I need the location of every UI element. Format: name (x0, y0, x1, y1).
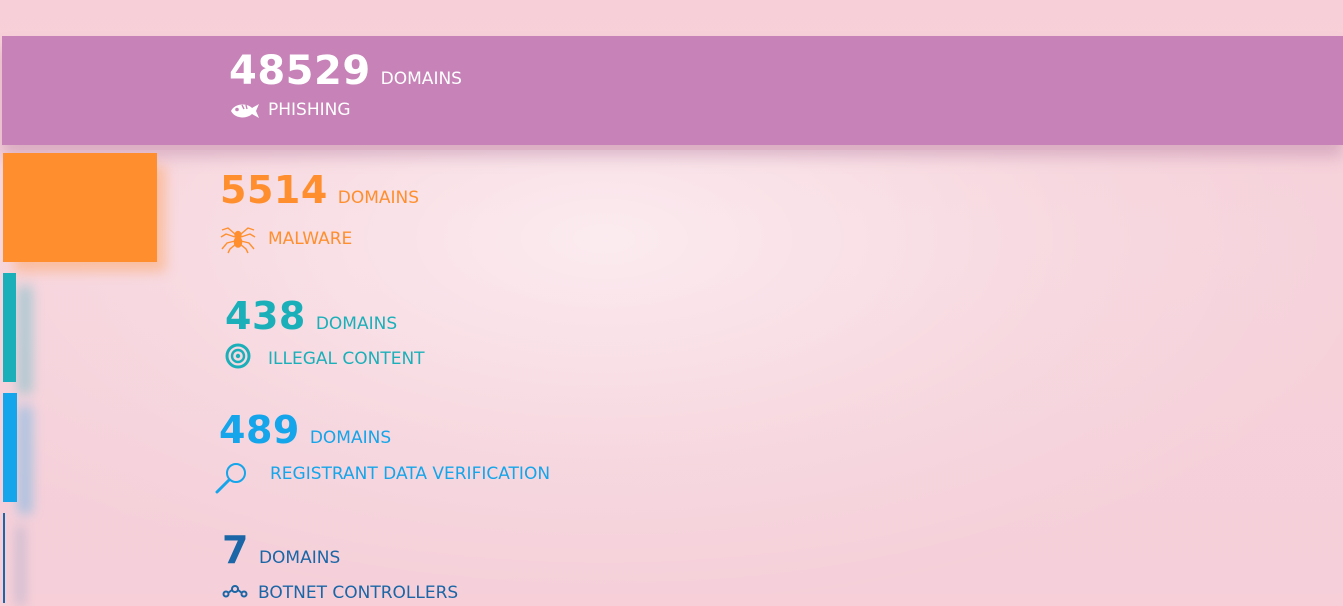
registrant-count: 489 (219, 408, 300, 452)
illegal-content-unit: DOMAINS (315, 314, 398, 334)
botnet-label: BOTNET CONTROLLERS (258, 583, 459, 603)
malware-count: 5514 (220, 168, 328, 212)
spider-icon (220, 222, 256, 258)
botnet-stat[interactable]: 7 DOMAINS (222, 528, 340, 572)
illegal-content-label: ILLEGAL CONTENT (268, 349, 425, 369)
malware-stat[interactable]: 5514 DOMAINS (220, 168, 419, 212)
illegal-content-count: 438 (225, 294, 306, 338)
illegal-content-stat[interactable]: 438 DOMAINS (225, 294, 397, 338)
registrant-bar[interactable] (3, 393, 17, 502)
botnet-unit: DOMAINS (258, 548, 341, 568)
illegal-content-bar[interactable] (3, 273, 16, 382)
botnet-count: 7 (222, 528, 249, 572)
phishing-unit: DOMAINS (380, 69, 462, 89)
phishing-label: PHISHING (268, 100, 351, 120)
magnifier-icon (215, 461, 249, 499)
network-icon (222, 583, 248, 602)
illegal-content-bar-shadow (18, 286, 32, 394)
malware-unit: DOMAINS (337, 188, 420, 208)
malware-bar[interactable] (3, 153, 157, 262)
fish-icon (228, 100, 260, 126)
target-icon (225, 343, 253, 375)
category-phishing[interactable]: 48529 DOMAINS PHISHING (2, 36, 1343, 145)
registrant-stat[interactable]: 489 DOMAINS (219, 408, 391, 452)
phishing-stat: 48529 DOMAINS (229, 48, 462, 94)
phishing-count: 48529 (229, 48, 371, 94)
botnet-bar-shadow (18, 526, 23, 606)
malware-label: MALWARE (268, 229, 353, 249)
registrant-unit: DOMAINS (309, 428, 392, 448)
registrant-bar-shadow (18, 406, 32, 514)
registrant-label: REGISTRANT DATA VERIFICATION (270, 464, 551, 484)
background-glow (0, 150, 1343, 594)
botnet-bar[interactable] (3, 513, 5, 603)
